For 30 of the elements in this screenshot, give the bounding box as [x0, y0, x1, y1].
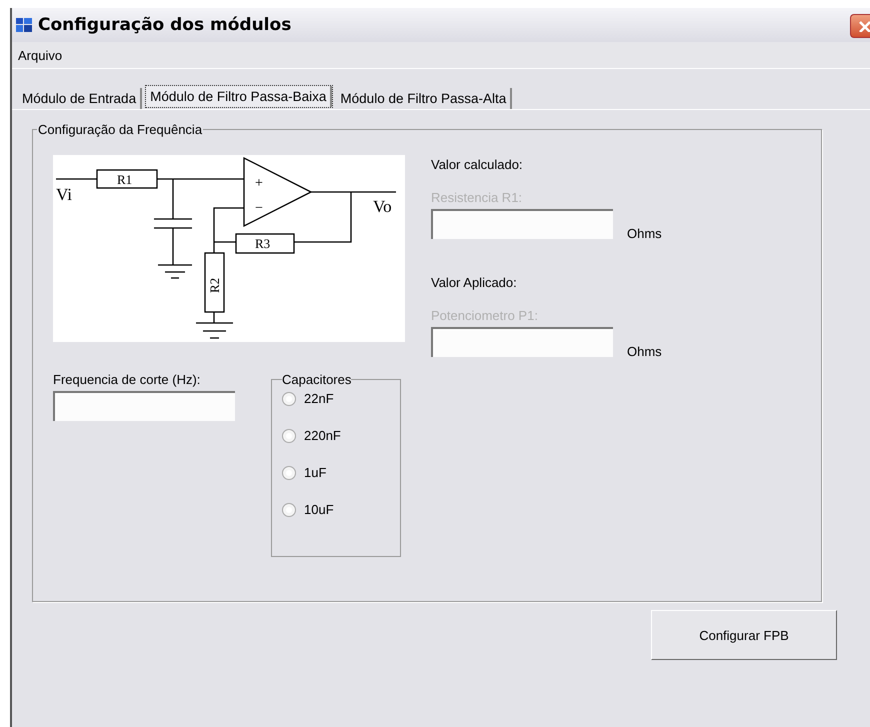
radio-label: 10uF: [304, 502, 334, 517]
configure-button[interactable]: Configurar FPB: [651, 610, 837, 660]
applied-heading: Valor Aplicado:: [431, 275, 518, 290]
r3-label: R3: [255, 236, 270, 251]
unit-label: Ohms: [627, 344, 662, 359]
close-icon: [858, 20, 870, 32]
plus-label: +: [255, 176, 263, 191]
capacitors-title: Capacitores: [282, 372, 352, 387]
vo-label: Vo: [373, 197, 392, 216]
window-title: Configuração dos módulos: [38, 15, 292, 35]
tab[interactable]: Módulo de Filtro Passa-Baixa: [146, 86, 332, 107]
radio-label: 220nF: [304, 428, 341, 443]
app-icon: [16, 18, 32, 32]
calculated-label: Resistencia R1:: [431, 190, 524, 205]
tab[interactable]: Módulo de Entrada: [18, 88, 142, 109]
radio-label: 1uF: [304, 465, 326, 480]
tab[interactable]: Módulo de Filtro Passa-Alta: [336, 88, 512, 109]
group-title: Configuração da Frequência: [37, 122, 204, 137]
close-button[interactable]: [850, 14, 870, 38]
minus-label: −: [255, 201, 263, 216]
radio-label: 22nF: [304, 391, 334, 406]
vi-label: Vi: [56, 185, 72, 204]
cutoff-field[interactable]: [53, 391, 235, 421]
unit-label: Ohms: [627, 226, 662, 241]
calculated-heading: Valor calculado:: [431, 157, 524, 172]
r2-label: R2: [207, 278, 222, 293]
r1-label: R1: [117, 172, 132, 187]
cutoff-label: Frequencia de corte (Hz):: [53, 372, 202, 387]
menu-item[interactable]: Arquivo: [14, 46, 66, 64]
applied-label: Potenciometro P1:: [431, 308, 539, 323]
